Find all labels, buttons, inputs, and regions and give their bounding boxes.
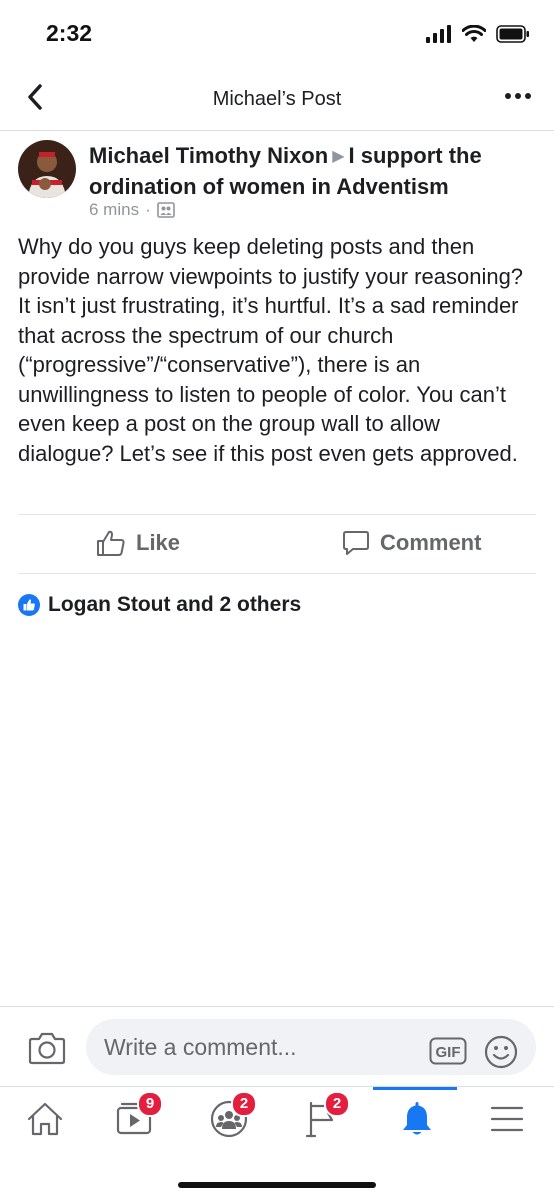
status-bar: 2:32 xyxy=(0,0,554,62)
avatar-image xyxy=(18,140,76,198)
group-privacy-icon xyxy=(156,202,175,218)
gif-icon: GIF xyxy=(429,1037,467,1065)
comment-icon xyxy=(343,531,369,555)
tab-groups[interactable]: 2 xyxy=(197,1091,261,1151)
camera-icon xyxy=(28,1032,66,1065)
watch-badge: 9 xyxy=(137,1091,163,1117)
home-indicator xyxy=(178,1182,376,1188)
meta-separator: · xyxy=(145,200,151,219)
status-time: 2:32 xyxy=(46,20,93,46)
more-options-button[interactable] xyxy=(504,87,532,105)
comment-button[interactable]: Comment xyxy=(342,529,481,557)
gif-label: GIF xyxy=(436,1044,461,1061)
like-button[interactable]: Like xyxy=(96,529,180,557)
post-time[interactable]: 6 mins xyxy=(89,200,139,220)
author-avatar[interactable] xyxy=(18,140,76,198)
navigation-bar: Michael’s Post xyxy=(0,62,554,131)
battery-icon xyxy=(496,25,529,43)
arrow-right-icon: ▶ xyxy=(332,148,345,165)
author-name[interactable]: Michael Timothy Nixon xyxy=(89,143,328,168)
status-icons xyxy=(426,22,530,46)
home-icon xyxy=(27,1102,63,1136)
tab-pages[interactable]: 2 xyxy=(290,1091,354,1151)
active-tab-indicator xyxy=(373,1087,457,1090)
like-label: Like xyxy=(136,530,181,555)
tab-home[interactable] xyxy=(13,1095,77,1151)
page-title: Michael’s Post xyxy=(212,88,342,110)
camera-button[interactable] xyxy=(28,1031,66,1065)
pages-badge: 2 xyxy=(324,1091,350,1117)
like-reaction-icon xyxy=(18,594,40,616)
tab-notifications[interactable] xyxy=(385,1095,449,1151)
wifi-icon xyxy=(462,25,486,42)
reactions-text: Logan Stout and 2 others xyxy=(48,593,302,616)
reactions-summary[interactable]: Logan Stout and 2 others xyxy=(18,593,301,617)
menu-icon xyxy=(490,1106,524,1132)
more-icon xyxy=(505,93,531,99)
comment-composer: GIF xyxy=(0,1006,554,1087)
bell-icon xyxy=(403,1102,431,1135)
smiley-icon xyxy=(484,1035,518,1069)
tab-watch[interactable]: 9 xyxy=(103,1091,167,1151)
post-header: Michael Timothy Nixon ▶ I support the ordi… xyxy=(89,142,539,201)
gif-button[interactable]: GIF xyxy=(429,1037,467,1065)
emoji-button[interactable] xyxy=(484,1035,518,1069)
tab-bar: 9 2 2 xyxy=(0,1086,554,1161)
post-action-bar: Like Comment xyxy=(18,514,536,574)
comment-input[interactable] xyxy=(86,1019,536,1075)
comment-label: Comment xyxy=(380,530,482,555)
groups-badge: 2 xyxy=(231,1091,257,1117)
tab-menu[interactable] xyxy=(476,1095,540,1151)
thumbs-up-icon xyxy=(97,530,125,556)
signal-icon xyxy=(426,25,451,43)
post-meta: 6 mins · xyxy=(89,200,175,220)
post-body: Why do you guys keep deleting posts and … xyxy=(18,234,524,466)
